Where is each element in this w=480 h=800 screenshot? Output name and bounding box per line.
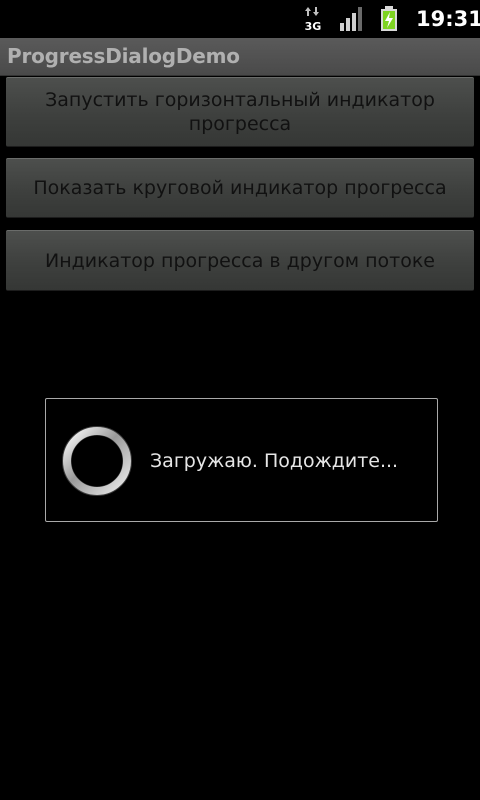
start-horizontal-progress-label: Запустить горизонтальный индикатор прогр… <box>45 89 435 135</box>
dialog-message: Загружаю. Подождите... <box>150 450 399 472</box>
network-type-label: 3G <box>305 20 322 32</box>
show-circular-progress-label: Показать круговой индикатор прогресса <box>33 177 447 199</box>
progress-dialog: Загружаю. Подождите... <box>45 398 438 522</box>
title-bar: ProgressDialogDemo <box>0 38 480 76</box>
battery-charging-icon <box>381 6 397 31</box>
app-title: ProgressDialogDemo <box>7 44 240 68</box>
signal-strength-icon <box>340 7 362 31</box>
status-bar: 3G 19:31 <box>0 0 480 38</box>
loading-spinner-icon <box>62 426 132 496</box>
progress-in-thread-button[interactable]: Индикатор прогресса в другом потоке <box>6 230 474 291</box>
progress-in-thread-label: Индикатор прогресса в другом потоке <box>44 249 435 272</box>
data-arrows-3g-icon: 3G <box>305 7 322 32</box>
show-circular-progress-button[interactable]: Показать круговой индикатор прогресса <box>6 158 474 218</box>
status-clock: 19:31 <box>416 7 480 31</box>
start-horizontal-progress-button[interactable]: Запустить горизонтальный индикатор прогр… <box>6 77 474 147</box>
